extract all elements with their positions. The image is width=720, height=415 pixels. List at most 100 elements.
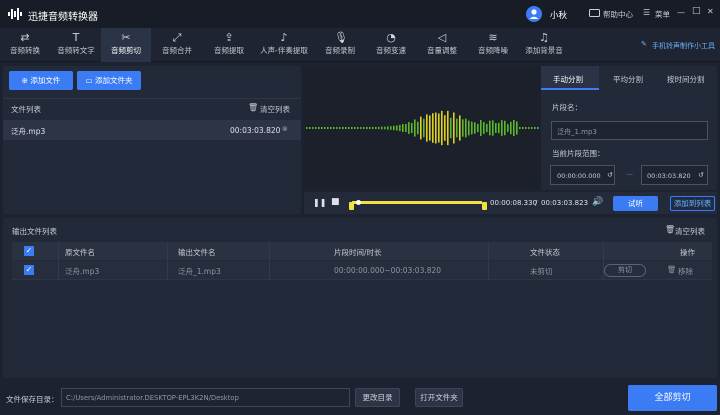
help-center-link[interactable]: 帮助中心 [603, 9, 633, 20]
waveform-bar [402, 124, 404, 132]
table-row[interactable]: ✓ 泛舟.mp3 泛舟_1.mp3 00:00:00.000~00:03:03.… [12, 261, 712, 280]
tab-time-split[interactable]: 按时间分割 [657, 66, 717, 90]
waveform-bar [492, 120, 494, 135]
waveform-bar [519, 127, 521, 129]
waveform-bar [414, 119, 416, 136]
select-all-checkbox[interactable]: ✓ [24, 246, 34, 256]
trash-icon[interactable]: 🗑 [665, 225, 675, 234]
waveform-bar [342, 127, 344, 129]
waveform-bar [390, 126, 392, 129]
waveform-bar [315, 127, 317, 129]
waveform-bar [417, 122, 419, 134]
tool-audio-speed[interactable]: ◔音频变速 [366, 28, 416, 62]
change-directory-button[interactable]: 更改目录 [355, 388, 400, 407]
save-path-field[interactable]: C:/Users/Administrator.DESKTOP-EPL3K2N/D… [61, 388, 350, 407]
column-status: 文件状态 [530, 247, 560, 258]
add-file-button[interactable]: ⊕ 添加文件 [9, 71, 73, 90]
tool-audio-to-text[interactable]: T音频转文字 [51, 28, 101, 62]
user-avatar-icon[interactable] [526, 6, 542, 22]
column-divider [488, 242, 489, 280]
column-divider [269, 242, 270, 280]
range-end-input[interactable]: 00:03:03.820↺ [641, 165, 708, 185]
menu-link[interactable]: 菜单 [655, 9, 670, 20]
waveform-bar [513, 120, 515, 136]
stop-button[interactable]: ■ [331, 197, 340, 207]
segment-name-input[interactable]: 泛舟_1.mp3 [551, 121, 708, 140]
trash-icon[interactable]: 🗑 [248, 103, 258, 112]
reset-end-icon[interactable]: ↺ [698, 171, 704, 179]
waveform-bar [456, 119, 458, 138]
tool-audio-denoise[interactable]: ≋音频降噪 [468, 28, 518, 62]
volume-icon: ◁ [436, 32, 448, 44]
close-button[interactable]: ✕ [707, 7, 714, 16]
remove-file-icon[interactable]: ⊗ [282, 125, 288, 133]
clear-output-list-button[interactable]: 清空列表 [675, 226, 705, 237]
user-name[interactable]: 小秋 [550, 9, 567, 21]
cut-all-button[interactable]: 全部剪切 [628, 385, 717, 411]
column-divider [58, 242, 59, 280]
tab-manual-split[interactable]: 手动分割 [541, 66, 599, 90]
current-time: 00:00:08.330 [490, 199, 537, 207]
waveform-bar [486, 124, 488, 132]
waveform-bar [408, 122, 410, 134]
row-remove-button[interactable]: 移除 [678, 266, 693, 277]
column-source: 原文件名 [65, 247, 95, 258]
range-end-handle[interactable] [482, 202, 487, 210]
waveform-bar [498, 123, 500, 133]
add-folder-button[interactable]: ▭ 添加文件夹 [77, 71, 141, 90]
row-remove-icon[interactable]: 🗑 [667, 265, 677, 274]
waveform-bar [468, 121, 470, 136]
tool-vocal-extract[interactable]: ♪人声-伴奏提取 [255, 28, 313, 62]
ringtone-tool-link[interactable]: 手机铃声制作小工具 [652, 41, 715, 51]
reset-start-icon[interactable]: ↺ [607, 171, 613, 179]
playhead[interactable] [356, 200, 361, 205]
waveform-area[interactable] [304, 66, 541, 190]
minimize-button[interactable]: — [677, 8, 685, 17]
tool-volume-adjust[interactable]: ◁音量调整 [417, 28, 467, 62]
waveform-bar [474, 122, 476, 133]
waveform-bar [483, 122, 485, 134]
file-list-item[interactable]: 泛舟.mp3 00:03:03.820 ⊗ [3, 120, 301, 140]
waveform-bar [411, 123, 413, 133]
waveform-bar [531, 127, 533, 129]
tool-audio-merge[interactable]: ⤢音频合并 [152, 28, 202, 62]
add-to-list-button[interactable]: 添加到列表 [670, 196, 715, 211]
range-start-handle[interactable] [349, 202, 354, 210]
waveform-bar [450, 118, 452, 138]
app-title: 迅捷音频转换器 [28, 8, 98, 23]
menu-icon[interactable]: ☰ [643, 8, 650, 17]
audition-button[interactable]: 试听 [613, 196, 658, 211]
waveform-bar [504, 121, 506, 135]
tool-audio-convert[interactable]: ⇄音频转换 [0, 28, 50, 62]
pause-button[interactable]: ❚❚ [313, 198, 326, 207]
volume-icon[interactable]: 🔊 [592, 197, 603, 207]
open-folder-button[interactable]: 打开文件夹 [415, 388, 463, 407]
tab-average-split[interactable]: 平均分割 [599, 66, 657, 90]
waveform-bar [507, 124, 509, 132]
waveform-bar [420, 117, 422, 140]
audio-extract-icon: ⇪ [223, 32, 235, 44]
row-range: 00:00:00.000~00:03:03.820 [334, 266, 441, 275]
waveform-bar [363, 127, 365, 129]
tool-audio-cut[interactable]: ✂音频剪切 [101, 28, 151, 62]
ringtone-icon[interactable]: ✎ [641, 40, 647, 48]
tool-audio-record[interactable]: 🎙音频录制 [315, 28, 365, 62]
waveform-bar [336, 127, 338, 129]
row-source: 泛舟.mp3 [65, 266, 99, 277]
audio-waveform [304, 66, 541, 190]
folder-icon: ▭ [86, 76, 95, 85]
range-start-input[interactable]: 00:00:00.000↺ [550, 165, 615, 185]
column-divider [167, 242, 168, 280]
output-list-title: 输出文件列表 [12, 226, 57, 237]
help-chat-icon[interactable] [589, 9, 600, 18]
row-cut-button[interactable]: 剪切 [604, 264, 646, 277]
waveform-bar [375, 127, 377, 129]
tool-add-background-music[interactable]: ♫添加背景音 [518, 28, 570, 62]
clear-file-list-button[interactable]: 清空列表 [260, 104, 290, 115]
maximize-button[interactable]: □ [692, 6, 701, 16]
denoise-icon: ≋ [487, 32, 499, 44]
tool-audio-extract[interactable]: ⇪音频提取 [204, 28, 254, 62]
waveform-bar [372, 127, 374, 129]
waveform-bar [480, 120, 482, 136]
row-checkbox[interactable]: ✓ [24, 265, 34, 275]
